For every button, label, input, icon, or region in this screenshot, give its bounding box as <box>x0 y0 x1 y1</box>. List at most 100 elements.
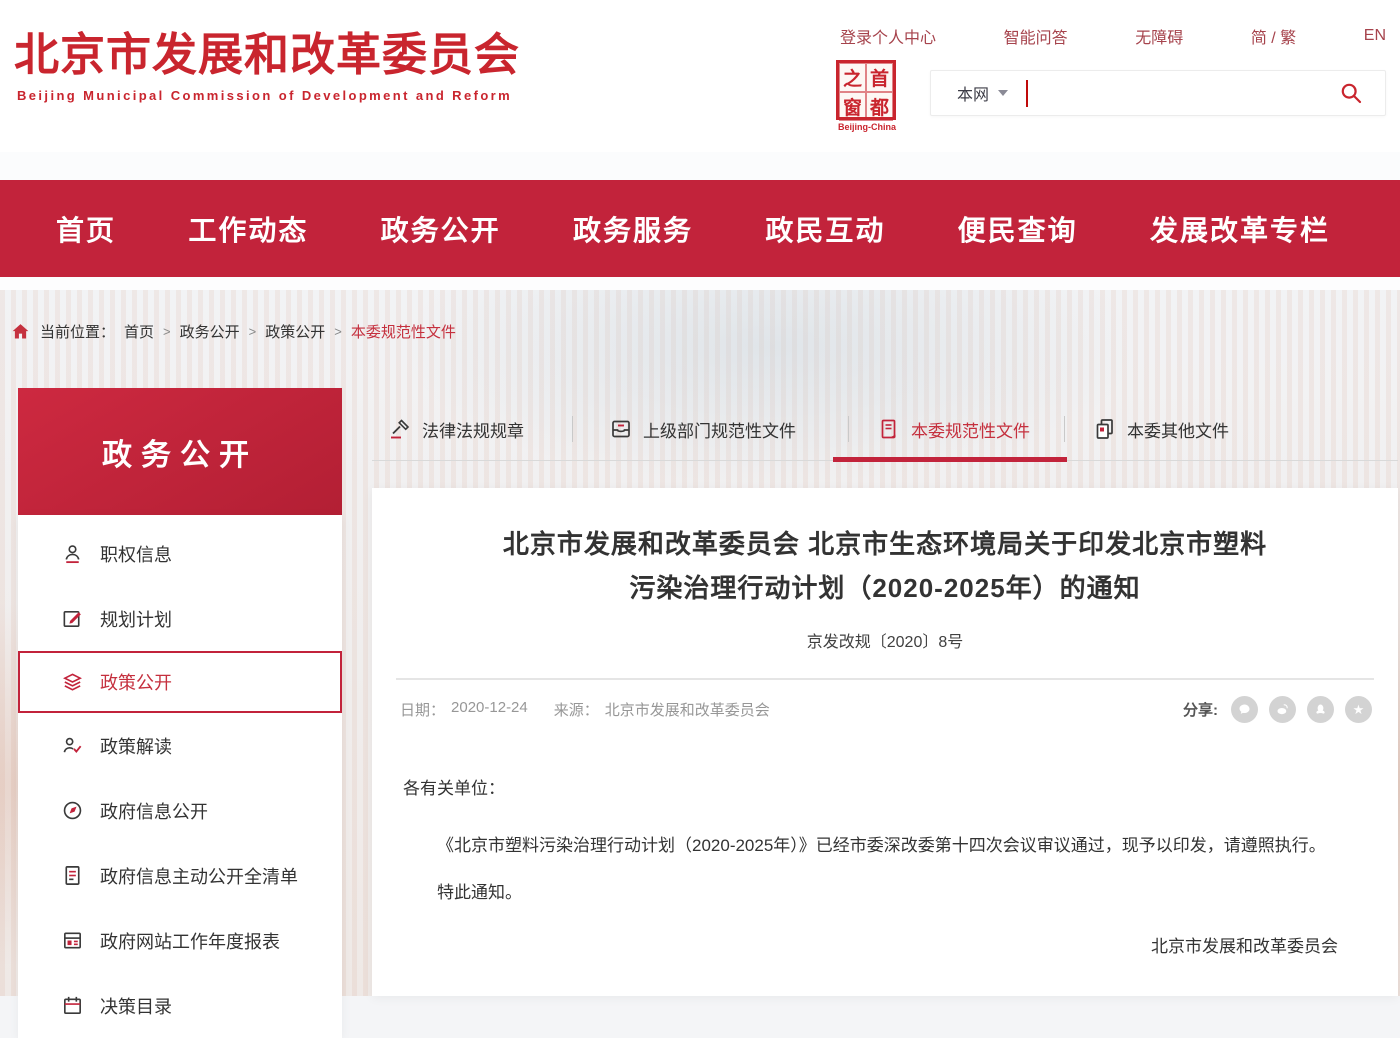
sidebar-header: 政务公开 <box>18 388 342 515</box>
report-table-icon <box>60 929 84 953</box>
simplified-traditional-toggle[interactable]: 简 / 繁 <box>1251 24 1296 48</box>
document-icon <box>877 417 901 441</box>
article-signature: 北京市发展和改革委员会 <box>403 935 1338 959</box>
sidebar-item-label: 职权信息 <box>100 541 172 567</box>
beijing-china-seal-logo[interactable]: 之 首 窗 都 Beijing-China <box>836 60 898 132</box>
breadcrumb-policy-disclosure[interactable]: 政策公开 <box>265 321 325 342</box>
sidebar-item-website-annual-report[interactable]: 政府网站工作年度报表 <box>18 908 342 973</box>
weibo-share-icon[interactable] <box>1269 696 1296 723</box>
article-paragraph: 《北京市塑料污染治理行动计划（2020-2025年）》已经市委深改委第十四次会议… <box>403 825 1338 867</box>
source-label: 来源： <box>554 699 599 720</box>
article-title: 北京市发展和改革委员会 北京市生态环境局关于印发北京市塑料 污染治理行动计划（2… <box>372 522 1398 610</box>
home-icon[interactable] <box>10 321 31 342</box>
search-scope-dropdown[interactable]: 本网 <box>931 81 1026 105</box>
search-icon[interactable] <box>1339 81 1363 105</box>
smart-qa-link[interactable]: 智能问答 <box>1004 24 1068 48</box>
meta-divider <box>396 678 1374 680</box>
breadcrumb-current: 本委规范性文件 <box>351 321 456 342</box>
sidebar-item-proactive-disclosure-list[interactable]: 政府信息主动公开全清单 <box>18 843 342 908</box>
article-meta: 日期： 2020-12-24 来源： 北京市发展和改革委员会 分享: ★ <box>400 696 1372 723</box>
seal-char: 窗 <box>839 92 866 121</box>
sidebar: 政务公开 职权信息 规划计划 政策公开 <box>18 388 342 1038</box>
seal-characters: 之 首 窗 都 <box>836 60 896 120</box>
sidebar-item-label: 政策解读 <box>100 733 172 759</box>
chevron-down-icon <box>998 90 1008 96</box>
breadcrumb-gov-disclosure[interactable]: 政务公开 <box>180 321 240 342</box>
english-link[interactable]: EN <box>1364 27 1386 45</box>
tab-label: 本委其他文件 <box>1127 417 1229 442</box>
nav-item-development-reform-column[interactable]: 发展改革专栏 <box>1150 209 1330 249</box>
article-title-line2: 污染治理行动计划（2020-2025年）的通知 <box>372 566 1398 610</box>
tab-label: 上级部门规范性文件 <box>643 417 796 442</box>
sidebar-item-label: 政府信息公开 <box>100 798 208 824</box>
accessibility-link[interactable]: 无障碍 <box>1135 24 1183 48</box>
site-logo-subtitle: Beijing Municipal Commission of Developm… <box>17 88 512 103</box>
tab-divider <box>848 416 849 442</box>
spacer <box>534 699 548 720</box>
login-personal-center-link[interactable]: 登录个人中心 <box>840 24 936 48</box>
article-meta-left: 日期： 2020-12-24 来源： 北京市发展和改革委员会 <box>400 699 770 720</box>
breadcrumb: 当前位置： 首页 > 政务公开 > 政策公开 > 本委规范性文件 <box>10 316 456 346</box>
person-check-icon <box>60 734 84 758</box>
badge-icon <box>60 542 84 566</box>
active-tab-underline <box>833 457 1067 462</box>
search-input[interactable] <box>1028 73 1339 113</box>
sidebar-item-gov-info-disclosure[interactable]: 政府信息公开 <box>18 778 342 843</box>
date-label: 日期： <box>400 699 445 720</box>
compass-icon <box>60 799 84 823</box>
tab-laws-regulations[interactable]: 法律法规规章 <box>388 417 524 442</box>
seal-char: 首 <box>866 63 893 92</box>
copy-documents-icon <box>1093 417 1117 441</box>
article-source: 北京市发展和改革委员会 <box>605 699 770 720</box>
sidebar-item-policy-interpretation[interactable]: 政策解读 <box>18 713 342 778</box>
sidebar-item-label: 政府信息主动公开全清单 <box>100 863 298 889</box>
wechat-share-icon[interactable] <box>1231 696 1258 723</box>
breadcrumb-separator: > <box>163 324 171 339</box>
document-type-tabs: 法律法规规章 上级部门规范性文件 本委规范性文件 本委其他文件 <box>372 400 1398 458</box>
nav-item-home[interactable]: 首页 <box>56 209 116 249</box>
quick-links: 登录个人中心 智能问答 无障碍 简 / 繁 EN <box>840 24 1386 48</box>
article-body: 各有关单位： 《北京市塑料污染治理行动计划（2020-2025年）》已经市委深改… <box>403 777 1338 959</box>
tab-divider <box>572 416 573 442</box>
favorite-star-icon[interactable]: ★ <box>1345 696 1372 723</box>
sidebar-item-authority-info[interactable]: 职权信息 <box>18 521 342 586</box>
document-list-icon <box>60 864 84 888</box>
tab-divider <box>1064 416 1065 442</box>
share-bar: 分享: ★ <box>1183 696 1372 723</box>
article-panel: 北京市发展和改革委员会 北京市生态环境局关于印发北京市塑料 污染治理行动计划（2… <box>372 488 1398 996</box>
layers-icon <box>60 670 84 694</box>
tab-superior-normative-documents[interactable]: 上级部门规范性文件 <box>609 417 796 442</box>
tab-label: 本委规范性文件 <box>911 417 1030 442</box>
tab-label: 法律法规规章 <box>422 417 524 442</box>
seal-char: 都 <box>866 92 893 121</box>
tab-commission-other-documents[interactable]: 本委其他文件 <box>1093 417 1229 442</box>
search-bar: 本网 <box>930 70 1386 116</box>
breadcrumb-separator: > <box>249 324 257 339</box>
main-nav: 首页 工作动态 政务公开 政务服务 政民互动 便民查询 发展改革专栏 <box>0 180 1400 277</box>
calendar-icon <box>60 994 84 1018</box>
seal-char: 之 <box>839 63 866 92</box>
gavel-icon <box>388 417 412 441</box>
page: 北京市发展和改革委员会 Beijing Municipal Commission… <box>0 0 1400 996</box>
nav-item-gov-services[interactable]: 政务服务 <box>573 209 693 249</box>
nav-item-gov-affairs-disclosure[interactable]: 政务公开 <box>381 209 501 249</box>
breadcrumb-separator: > <box>334 324 342 339</box>
sidebar-item-label: 决策目录 <box>100 993 172 1019</box>
sidebar-item-label: 规划计划 <box>100 606 172 632</box>
site-logo-title[interactable]: 北京市发展和改革委员会 <box>14 18 520 83</box>
seal-caption: Beijing-China <box>836 122 898 132</box>
qq-share-icon[interactable] <box>1307 696 1334 723</box>
breadcrumb-home[interactable]: 首页 <box>124 321 154 342</box>
nav-item-public-interaction[interactable]: 政民互动 <box>765 209 885 249</box>
document-number: 京发改规〔2020〕8号 <box>372 628 1398 652</box>
sidebar-item-plans[interactable]: 规划计划 <box>18 586 342 651</box>
sidebar-item-policy-disclosure[interactable]: 政策公开 <box>18 651 342 713</box>
article-date: 2020-12-24 <box>451 699 528 720</box>
article-title-line1: 北京市发展和改革委员会 北京市生态环境局关于印发北京市塑料 <box>372 522 1398 566</box>
sidebar-item-label: 政策公开 <box>100 669 172 695</box>
nav-item-convenient-inquiry[interactable]: 便民查询 <box>958 209 1078 249</box>
tab-commission-normative-documents[interactable]: 本委规范性文件 <box>877 417 1030 442</box>
sidebar-item-decision-catalog[interactable]: 决策目录 <box>18 973 342 1038</box>
article-paragraph: 特此通知。 <box>403 881 1338 905</box>
nav-item-work-updates[interactable]: 工作动态 <box>188 209 308 249</box>
